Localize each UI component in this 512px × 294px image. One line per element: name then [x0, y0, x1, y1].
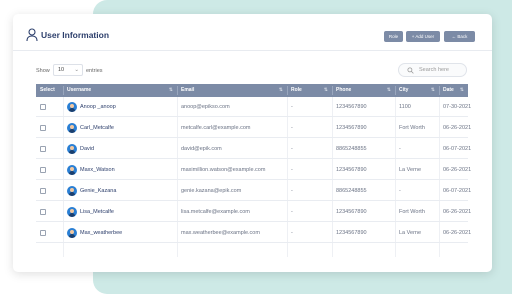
col-header-role[interactable]: Role ⇅ — [291, 84, 332, 97]
cell-username[interactable]: Anoop _anoop — [80, 97, 116, 117]
avatar-icon — [67, 102, 77, 112]
user-info-card: User Information Role + Add User ← Back … — [13, 14, 492, 272]
row-checkbox[interactable] — [40, 188, 46, 194]
cell-username[interactable]: Genie_Kazana — [80, 181, 116, 201]
cell-phone: 1234567890 — [336, 209, 367, 215]
cell-role: - — [291, 209, 293, 215]
table-row: Lisa_Metcalfe lisa.metcalfe@example.com … — [36, 202, 472, 222]
page-title: User Information — [41, 30, 110, 40]
table-row: Max_weatherbee max.weatherbee@example.co… — [36, 223, 472, 243]
cell-username[interactable]: Maxx_Watson — [80, 160, 115, 180]
cell-role: - — [291, 230, 293, 236]
avatar-icon — [67, 186, 77, 196]
cell-email: david@epik.com — [181, 146, 222, 152]
col-header-email[interactable]: Email ⇅ — [181, 84, 287, 97]
cell-role: - — [291, 104, 293, 110]
avatar-icon — [67, 228, 77, 238]
cell-date: 07-30-2021 — [443, 104, 472, 110]
role-button[interactable]: Role — [384, 31, 403, 42]
back-button[interactable]: ← Back — [444, 31, 475, 42]
cell-date: 06-07-2021 — [443, 146, 472, 152]
cell-city: - — [399, 146, 401, 152]
cell-email: metcalfe.carl@example.com — [181, 125, 251, 131]
cell-phone: 8865248855 — [336, 188, 367, 194]
avatar-icon — [67, 207, 77, 217]
sort-icon: ⇅ — [386, 87, 391, 93]
cell-email: lisa.metcalfe@example.com — [181, 209, 250, 215]
search-input[interactable]: Search here — [419, 67, 449, 73]
entries-value: 10 — [58, 67, 65, 73]
row-checkbox[interactable] — [40, 230, 46, 236]
cell-date: 06-26-2021 — [443, 125, 472, 131]
cell-city: La Verne — [399, 167, 422, 173]
cell-email: max.weatherbee@example.com — [181, 230, 260, 236]
cell-role: - — [291, 146, 293, 152]
cell-date: 06-26-2021 — [443, 230, 472, 236]
sort-icon: ⇅ — [168, 87, 173, 93]
table-header: Select Username ⇅ Email ⇅ Role ⇅ Phone ⇅ Cit… — [36, 84, 468, 97]
avatar-icon — [67, 144, 77, 154]
row-checkbox[interactable] — [40, 125, 46, 131]
entries-label: entries — [86, 68, 103, 74]
cell-date: 06-26-2021 — [443, 167, 472, 173]
sort-icon: ⇅ — [323, 87, 328, 93]
show-label: Show — [36, 68, 50, 74]
entries-select[interactable]: 10 ⌄ — [53, 64, 83, 76]
col-header-date[interactable]: Date ⇅ — [443, 84, 468, 97]
cell-phone: 1234567890 — [336, 230, 367, 236]
cell-phone: 1234567890 — [336, 104, 367, 110]
cell-date: 06-07-2021 — [443, 188, 472, 194]
row-checkbox[interactable] — [40, 209, 46, 215]
cell-role: - — [291, 167, 293, 173]
cell-email: maximillion.watson@example.com — [181, 167, 266, 173]
row-checkbox[interactable] — [40, 146, 46, 152]
table-row: Carl_Metcalfe metcalfe.carl@example.com … — [36, 118, 472, 138]
table-row: Genie_Kazana genie.kazana@epik.com - 886… — [36, 181, 472, 201]
chevron-down-icon: ⌄ — [74, 67, 79, 73]
cell-email: anoop@epikso.com — [181, 104, 230, 110]
row-checkbox[interactable] — [40, 167, 46, 173]
search-icon — [407, 67, 414, 74]
sort-icon: ⇅ — [430, 87, 435, 93]
sort-icon: ⇅ — [459, 87, 464, 93]
cell-username[interactable]: Max_weatherbee — [80, 223, 122, 243]
header-divider — [13, 50, 492, 51]
col-header-select[interactable]: Select — [40, 84, 62, 97]
cell-username[interactable]: Carl_Metcalfe — [80, 118, 114, 138]
table-row: Maxx_Watson maximillion.watson@example.c… — [36, 160, 472, 180]
cell-role: - — [291, 125, 293, 131]
cell-phone: 1234567890 — [336, 167, 367, 173]
cell-username[interactable]: David — [80, 139, 94, 159]
col-header-phone[interactable]: Phone ⇅ — [336, 84, 395, 97]
avatar-icon — [67, 165, 77, 175]
cell-email: genie.kazana@epik.com — [181, 188, 242, 194]
cell-role: - — [291, 188, 293, 194]
cell-city: 1100 — [399, 104, 411, 110]
add-user-button[interactable]: + Add User — [406, 31, 440, 42]
cell-city: La Verne — [399, 230, 422, 236]
cell-city: - — [399, 188, 401, 194]
table-row: Anoop _anoop anoop@epikso.com - 12345678… — [36, 97, 472, 117]
sort-icon: ⇅ — [278, 87, 283, 93]
search-field[interactable]: Search here — [398, 63, 467, 77]
cell-date: 06-26-2021 — [443, 209, 472, 215]
cell-username[interactable]: Lisa_Metcalfe — [80, 202, 114, 222]
row-checkbox[interactable] — [40, 104, 46, 110]
col-header-username[interactable]: Username ⇅ — [67, 84, 177, 97]
table-row: David david@epik.com - 8865248855 - 06-0… — [36, 139, 472, 159]
user-icon — [26, 28, 38, 42]
cell-city: Fort Worth — [399, 209, 425, 215]
col-header-city[interactable]: City ⇅ — [399, 84, 439, 97]
cell-phone: 1234567890 — [336, 125, 367, 131]
cell-phone: 8865248855 — [336, 146, 367, 152]
cell-city: Fort Worth — [399, 125, 425, 131]
avatar-icon — [67, 123, 77, 133]
card-header: User Information Role + Add User ← Back — [13, 14, 492, 50]
